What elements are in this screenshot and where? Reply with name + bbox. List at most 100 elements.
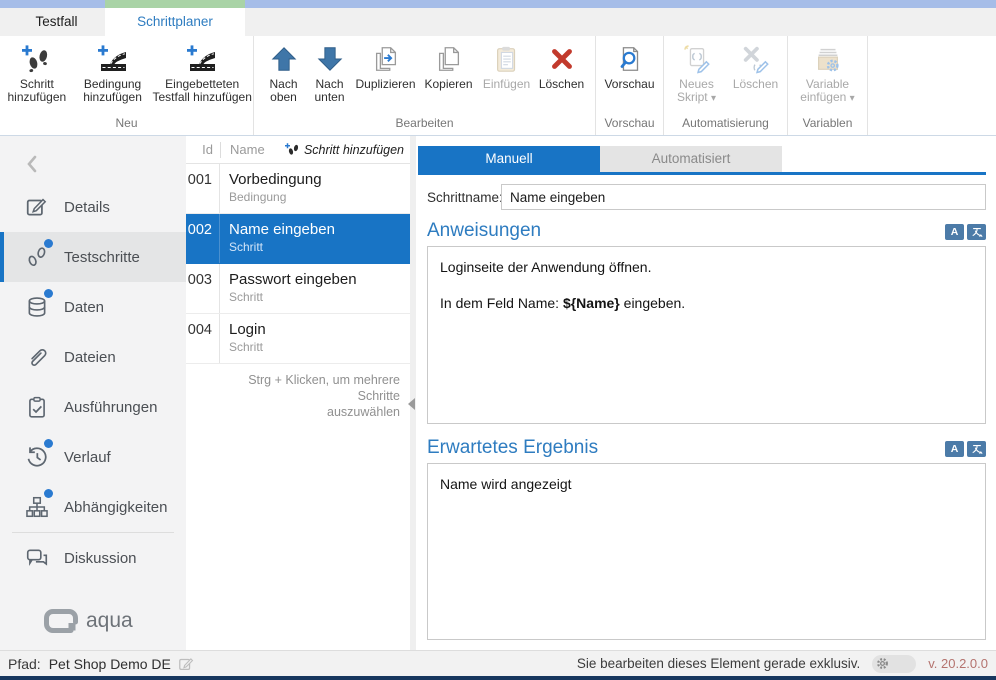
variable-token: ${Name} (563, 295, 620, 311)
step-type: Schritt (229, 290, 406, 305)
step-row-004[interactable]: 004 Login Schritt (186, 314, 410, 364)
group-label-neu: Neu (0, 114, 253, 135)
sidebar-item-ausfuehrungen[interactable]: Ausführungen (0, 382, 186, 432)
sidebar-item-daten[interactable]: Daten (0, 282, 186, 332)
group-label-variablen: Variablen (788, 114, 867, 135)
sidebar-item-abhaengigkeiten[interactable]: Abhängigkeiten (0, 482, 186, 532)
insert-variable-button[interactable]: Variable einfügen ▾ (790, 40, 866, 114)
step-id: 003 (186, 264, 220, 313)
steps-list-panel: Id Name Schritt hinzufügen 001 Vorbeding… (186, 136, 410, 650)
footsteps-icon (24, 244, 50, 270)
ribbon-group-vorschau: Vorschau Vorschau (596, 36, 664, 135)
new-script-icon (680, 42, 714, 76)
sidebar-item-label: Ausführungen (64, 399, 157, 416)
column-header-name: Name (221, 142, 284, 157)
move-down-button[interactable]: Nach unten (307, 40, 353, 114)
sidebar-item-label: Abhängigkeiten (64, 499, 167, 516)
paste-icon (490, 42, 524, 76)
sidebar-item-details[interactable]: Details (0, 182, 186, 232)
left-sidebar: Details Testschritte (0, 136, 186, 650)
new-script-label: Neues Skript ▾ (667, 78, 727, 105)
step-row-002-selected[interactable]: 002 Name eingeben Schritt (186, 214, 410, 264)
history-icon (24, 444, 50, 470)
ribbon-toolbar: Schritt hinzufügen Bedingung hinzufügen (0, 36, 996, 136)
collapse-panel-icon[interactable] (408, 398, 415, 410)
copy-button[interactable]: Kopieren (419, 40, 479, 114)
exclusive-edit-message: Sie bearbeiten dieses Element gerade exk… (577, 656, 860, 671)
sidebar-item-verlauf[interactable]: Verlauf (0, 432, 186, 482)
step-id: 001 (186, 164, 220, 213)
step-row-003[interactable]: 003 Passwort eingeben Schritt (186, 264, 410, 314)
path-label: Pfad: (8, 656, 41, 672)
add-condition-button[interactable]: Bedingung hinzufügen (74, 40, 152, 114)
delete-script-icon (739, 42, 773, 76)
step-row-001[interactable]: 001 Vorbedingung Bedingung (186, 164, 410, 214)
delete-cross-icon (545, 42, 579, 76)
sidebar-item-label: Diskussion (64, 550, 137, 567)
step-type: Bedingung (229, 190, 406, 205)
paperclip-icon (24, 344, 50, 370)
instruction-line: Loginseite der Anwendung öffnen. (440, 258, 973, 276)
step-type: Schritt (229, 240, 406, 255)
group-label-automatisierung: Automatisierung (664, 114, 787, 135)
settings-toggle[interactable] (872, 655, 916, 673)
add-embedded-testcase-button[interactable]: Eingebetteten Testfall hinzufügen (151, 40, 253, 114)
column-header-id: Id (186, 142, 220, 157)
move-up-button[interactable]: Nach oben (261, 40, 307, 114)
sidebar-collapse-button[interactable] (20, 152, 44, 176)
paste-label: Einfügen (483, 78, 530, 91)
sidebar-item-label: Details (64, 199, 110, 216)
duplicate-button[interactable]: Duplizieren (353, 40, 419, 114)
panel-splitter[interactable] (410, 136, 416, 650)
ribbon-group-neu: Schritt hinzufügen Bedingung hinzufügen (0, 36, 254, 135)
delete-button[interactable]: Löschen (535, 40, 589, 114)
tab-automatisiert[interactable]: Automatisiert (600, 146, 782, 172)
arrow-down-icon (313, 42, 347, 76)
sidebar-item-diskussion[interactable]: Diskussion (0, 533, 186, 583)
active-tab-accent-strip (105, 0, 245, 8)
expected-result-text: Name wird angezeigt (440, 475, 973, 493)
preview-button[interactable]: Vorschau (598, 40, 662, 114)
footsteps-add-icon (284, 142, 301, 157)
notification-dot (44, 489, 53, 498)
instruction-line: In dem Feld Name: ${Name} eingeben. (440, 294, 973, 312)
status-bar: Pfad: Pet Shop Demo DE Sie bearbeiten di… (0, 650, 996, 676)
embedded-testcase-add-icon (185, 42, 219, 76)
step-name-input[interactable] (501, 184, 986, 210)
add-step-label: Schritt hinzufügen (0, 78, 74, 104)
group-label-vorschau: Vorschau (596, 114, 663, 135)
ribbon-group-bearbeiten: Nach oben Nach unten (254, 36, 596, 135)
add-step-inline-button[interactable]: Schritt hinzufügen (284, 142, 410, 157)
new-script-button[interactable]: Neues Skript ▾ (667, 40, 727, 114)
gear-icon (875, 656, 890, 671)
translate-icon[interactable] (967, 224, 986, 240)
add-embedded-testcase-label: Eingebetteten Testfall hinzufügen (151, 78, 253, 104)
delete-script-button[interactable]: Löschen (727, 40, 785, 114)
move-up-label: Nach oben (261, 78, 307, 104)
edit-path-button[interactable] (178, 656, 194, 672)
sidebar-item-testschritte[interactable]: Testschritte (0, 232, 186, 282)
sidebar-item-label: Verlauf (64, 449, 111, 466)
notification-dot (44, 239, 53, 248)
expected-result-heading: Erwartetes Ergebnis (427, 437, 945, 459)
tab-manuell[interactable]: Manuell (418, 146, 600, 172)
instructions-textarea[interactable]: Loginseite der Anwendung öffnen. In dem … (427, 246, 986, 424)
sidebar-item-dateien[interactable]: Dateien (0, 332, 186, 382)
version-label: v. 20.2.0.0 (928, 656, 988, 671)
font-format-icon[interactable]: A (945, 441, 964, 457)
steps-list-header: Id Name Schritt hinzufügen (186, 136, 410, 164)
detail-tabbar: Manuell Automatisiert (418, 146, 986, 175)
edit-details-icon (24, 194, 50, 220)
aqua-logo-text: aqua (86, 609, 133, 633)
add-step-button[interactable]: Schritt hinzufügen (0, 40, 74, 114)
expected-result-textarea[interactable]: Name wird angezeigt (427, 463, 986, 640)
paste-button[interactable]: Einfügen (479, 40, 535, 114)
chevron-left-icon (25, 155, 39, 173)
font-format-icon[interactable]: A (945, 224, 964, 240)
tab-testfall[interactable]: Testfall (8, 8, 105, 36)
chat-bubbles-icon (24, 545, 50, 571)
dropdown-caret-icon: ▾ (711, 93, 716, 104)
group-label-bearbeiten: Bearbeiten (254, 114, 595, 135)
tab-schrittplaner[interactable]: Schrittplaner (105, 8, 245, 36)
translate-icon[interactable] (967, 441, 986, 457)
